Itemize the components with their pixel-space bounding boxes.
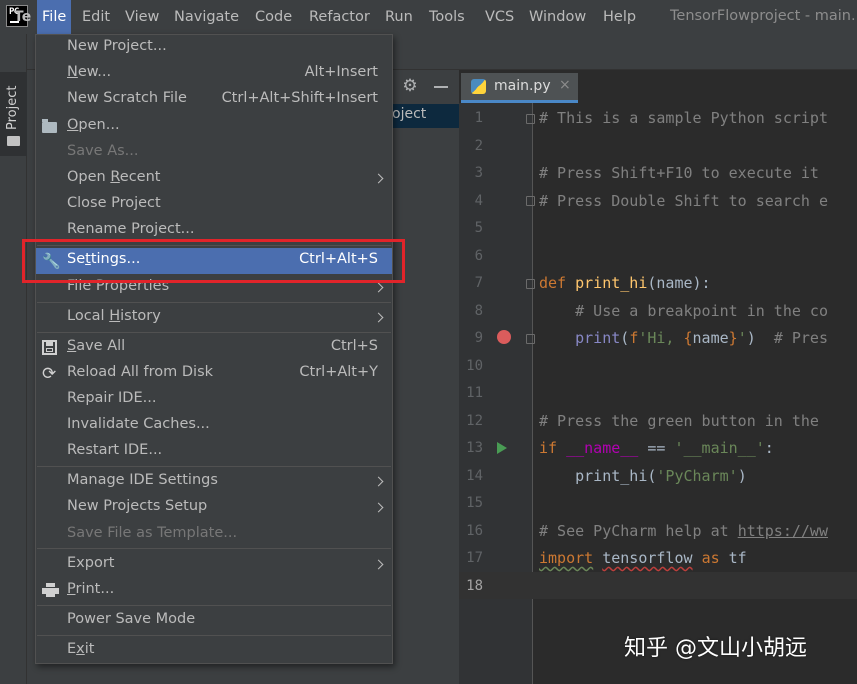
window-title: TensorFlowproject - main. [670,8,856,24]
line-number: 7 [474,275,483,291]
menu-item-restart-ide[interactable]: Restart IDE... [36,439,392,465]
menu-item-save-all[interactable]: Save All Ctrl+S [36,335,392,361]
folder-icon [7,136,20,146]
close-icon[interactable]: × [559,77,571,93]
current-line-highlight [459,572,857,599]
menu-edit[interactable]: Edit [77,0,115,34]
menu-item-repair-ide[interactable]: Repair IDE... [36,387,392,413]
code-line: print(f'Hi, {name}') # Pres [575,329,828,347]
menu-item-new-project[interactable]: New Project... [36,35,392,61]
chevron-right-icon [373,312,384,323]
line-number: 15 [466,495,483,511]
line-number: 16 [466,523,483,539]
line-number: 13 [466,440,483,456]
code-line: def print_hi(name): [539,274,711,292]
menu-item-invalidate-caches[interactable]: Invalidate Caches... [36,413,392,439]
code-line: if __name__ == '__main__': [539,439,774,457]
chevron-right-icon [373,559,384,570]
code-line: # This is a sample Python script [539,109,828,127]
fold-marker-icon[interactable] [526,279,535,289]
menu-separator [37,635,391,636]
menu-item-exit[interactable]: Exit [36,638,392,664]
menu-separator [37,548,391,549]
menu-navigate[interactable]: Navigate [169,0,244,34]
menu-item-manage-ide-settings[interactable]: Manage IDE Settings [36,469,392,495]
menu-separator [37,332,391,333]
code-line: # Press the green button in the [539,412,819,430]
line-number-current: 18 [466,578,483,594]
fold-marker-icon[interactable] [526,196,535,206]
menu-item-new-scratch-file[interactable]: New Scratch File Ctrl+Alt+Shift+Insert [36,87,392,113]
line-number: 3 [474,165,483,181]
annotation-highlight-box [22,239,405,283]
line-number: 8 [474,303,483,319]
menu-item-save-as: Save As... [67,143,139,159]
menu-item-reload-all[interactable]: ⟳ Reload All from Disk Ctrl+Alt+Y [36,361,392,387]
code-line: import tensorflow as tf [539,549,747,567]
menu-item-export[interactable]: Export [36,552,392,578]
line-number: 14 [466,468,483,484]
line-number: 12 [466,413,483,429]
breakpoint-icon[interactable] [497,330,511,344]
menu-code[interactable]: Code [250,0,297,34]
menu-item-open[interactable]: Open... [36,114,392,140]
menu-item-power-save-mode[interactable]: Power Save Mode [36,608,392,634]
code-line: print_hi('PyCharm') [539,467,747,485]
code-line: # Press Double Shift to search e [539,192,828,210]
python-file-icon [471,79,486,94]
line-number: 6 [474,248,483,264]
navigation-bar-title: Te [14,9,32,25]
code-line: # Press Shift+F10 to execute it [539,164,819,182]
menu-vcs[interactable]: VCS [480,0,519,34]
line-number: 17 [466,550,483,566]
line-number: 5 [474,220,483,236]
watermark: 知乎 @文山小胡远 [624,636,807,661]
fold-marker-icon[interactable] [526,114,535,124]
print-icon [42,583,59,597]
menu-item-new-projects-setup[interactable]: New Projects Setup [36,495,392,521]
menu-item-close-project[interactable]: Close Project [36,192,392,218]
menu-help[interactable]: Help [598,0,641,34]
menu-window[interactable]: Window [524,0,591,34]
project-tree-root-label: oject [392,106,427,122]
menu-separator [37,605,391,606]
line-number: 10 [466,358,483,374]
chevron-right-icon [373,502,384,513]
hide-panel-icon[interactable] [434,86,448,88]
menu-separator [37,466,391,467]
code-line: # Use a breakpoint in the co [575,302,828,320]
menu-item-print[interactable]: Print... [36,578,392,604]
editor-tab-main-py[interactable]: main.py × [461,73,578,103]
line-number: 4 [474,193,483,209]
menu-item-save-file-as-template: Save File as Template... [67,525,238,541]
reload-icon: ⟳ [42,364,57,384]
menu-item-local-history[interactable]: Local History [36,305,392,331]
save-icon [42,340,57,355]
project-tool-tab-label: Project [5,85,20,130]
run-arrow-icon[interactable] [497,442,507,454]
line-number: 9 [474,330,483,346]
chevron-right-icon [373,282,384,293]
menu-view[interactable]: View [120,0,164,34]
folder-icon [42,119,57,133]
editor-tab-label: main.py [494,78,551,94]
chevron-right-icon [373,476,384,487]
menu-refactor[interactable]: Refactor [304,0,375,34]
line-number: 1 [474,110,483,126]
gear-icon[interactable]: ⚙ [400,76,420,96]
menu-run[interactable]: Run [380,0,418,34]
menu-item-open-recent[interactable]: Open Recent [36,166,392,192]
line-number: 11 [466,385,483,401]
chevron-right-icon [373,173,384,184]
menu-file[interactable]: File [37,0,72,34]
menu-tools[interactable]: Tools [424,0,470,34]
line-number: 2 [474,138,483,154]
fold-marker-icon[interactable] [526,334,535,344]
code-line: # See PyCharm help at https://ww [539,522,828,540]
menu-item-new[interactable]: New... Alt+Insert [36,61,392,87]
menu-separator [37,302,391,303]
